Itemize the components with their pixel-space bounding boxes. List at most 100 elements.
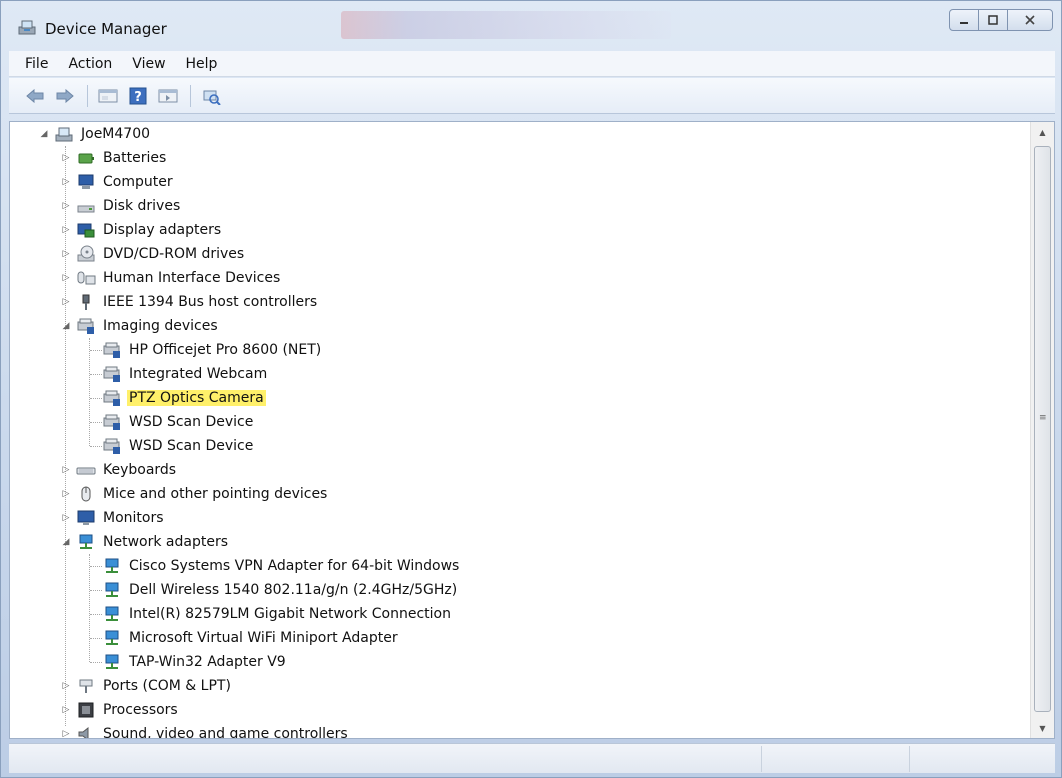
network-adapter-icon [105, 558, 119, 573]
tree-device-item[interactable]: WSD Scan Device [102, 434, 255, 458]
properties-button[interactable] [96, 85, 120, 107]
tree-device-item[interactable]: HP Officejet Pro 8600 (NET) [102, 338, 323, 362]
tree-category-network-adapters[interactable]: ◢ Network adapters [60, 530, 230, 554]
title-bar[interactable]: Device Manager [1, 1, 1062, 45]
tree-device-item[interactable]: Integrated Webcam [102, 362, 269, 386]
device-tree[interactable]: ◢ JoeM4700 ▷ Batteries ▷ Computer ▷ Disk… [10, 122, 1030, 738]
collapse-arrow-icon[interactable]: ◢ [60, 320, 72, 332]
scroll-down-button[interactable]: ▼ [1031, 718, 1054, 738]
scan-hardware-button[interactable] [199, 85, 223, 107]
expand-arrow-icon[interactable]: ▷ [60, 464, 72, 476]
minimize-icon [960, 22, 968, 24]
sound-icon [78, 726, 89, 738]
tree-guide [89, 338, 90, 446]
imaging-device-icon [103, 414, 120, 430]
forward-button[interactable] [53, 85, 77, 107]
category-label: Mice and other pointing devices [103, 486, 328, 502]
tree-device-item[interactable]: WSD Scan Device [102, 410, 255, 434]
tree-device-item[interactable]: Intel(R) 82579LM Gigabit Network Connect… [102, 602, 453, 626]
help-button[interactable]: ? [126, 85, 150, 107]
menu-view[interactable]: View [122, 56, 175, 72]
category-label: Sound, video and game controllers [103, 726, 348, 739]
tree-category-processors[interactable]: ▷ Processors [60, 698, 180, 722]
expand-arrow-icon[interactable]: ▷ [60, 512, 72, 524]
expand-arrow-icon[interactable]: ▷ [60, 272, 72, 284]
back-button[interactable] [23, 85, 47, 107]
collapse-arrow-icon[interactable]: ◢ [60, 536, 72, 548]
close-icon [1025, 15, 1035, 25]
tree-root[interactable]: ◢ JoeM4700 [38, 122, 152, 146]
expand-arrow-icon[interactable]: ▷ [60, 224, 72, 236]
menu-file[interactable]: File [9, 56, 58, 72]
expand-arrow-icon[interactable]: ▷ [60, 296, 72, 308]
tree-category-hid[interactable]: ▷ Human Interface Devices [60, 266, 282, 290]
computer-root-icon [55, 127, 73, 142]
network-adapter-icon [105, 582, 119, 597]
tree-device-item[interactable]: TAP-Win32 Adapter V9 [102, 650, 288, 674]
tree-device-item[interactable]: Dell Wireless 1540 802.11a/g/n (2.4GHz/5… [102, 578, 459, 602]
tree-guide [90, 662, 102, 663]
show-hidden-button[interactable] [156, 85, 180, 107]
menu-action[interactable]: Action [58, 56, 122, 72]
tree-category-ieee1394[interactable]: ▷ IEEE 1394 Bus host controllers [60, 290, 319, 314]
disk-drive-icon [77, 205, 95, 213]
window-title: Device Manager [45, 20, 167, 38]
dvd-drive-icon [77, 245, 95, 262]
tree-guide [90, 590, 102, 591]
tree-category-mice[interactable]: ▷ Mice and other pointing devices [60, 482, 329, 506]
help-icon: ? [129, 87, 147, 105]
expand-arrow-icon[interactable]: ▷ [60, 488, 72, 500]
tree-guide [89, 554, 90, 662]
tree-device-item-highlighted[interactable]: PTZ Optics Camera [102, 386, 266, 410]
tree-category-ports[interactable]: ▷ Ports (COM & LPT) [60, 674, 233, 698]
tree-device-item[interactable]: Microsoft Virtual WiFi Miniport Adapter [102, 626, 400, 650]
tree-category-disk-drives[interactable]: ▷ Disk drives [60, 194, 182, 218]
tree-guide [90, 614, 102, 615]
tree-category-monitors[interactable]: ▷ Monitors [60, 506, 166, 530]
collapse-arrow-icon[interactable]: ◢ [38, 128, 50, 140]
expand-arrow-icon[interactable]: ▷ [60, 728, 72, 738]
expand-arrow-icon[interactable]: ▷ [60, 680, 72, 692]
tree-category-dvd-drives[interactable]: ▷ DVD/CD-ROM drives [60, 242, 246, 266]
device-label: Dell Wireless 1540 802.11a/g/n (2.4GHz/5… [129, 582, 458, 598]
scroll-thumb[interactable]: ≡ [1034, 146, 1051, 712]
tree-guide [90, 422, 102, 423]
category-label: Display adapters [103, 222, 222, 238]
menu-help[interactable]: Help [176, 56, 228, 72]
hid-icon [77, 271, 96, 285]
scroll-up-button[interactable]: ▲ [1031, 122, 1054, 142]
imaging-device-icon [103, 342, 120, 358]
expand-arrow-icon[interactable]: ▷ [60, 248, 72, 260]
category-label: Processors [103, 702, 178, 718]
close-button[interactable] [1007, 9, 1053, 31]
maximize-button[interactable] [978, 9, 1008, 31]
expand-arrow-icon[interactable]: ▷ [60, 704, 72, 716]
minimize-button[interactable] [949, 9, 979, 31]
category-label: Disk drives [103, 198, 181, 214]
imaging-device-icon [77, 318, 94, 334]
category-label: Batteries [103, 150, 167, 166]
mouse-icon [81, 486, 91, 502]
imaging-device-icon [103, 390, 120, 406]
tree-category-batteries[interactable]: ▷ Batteries [60, 146, 168, 170]
network-adapter-icon [105, 606, 119, 621]
expand-arrow-icon[interactable]: ▷ [60, 152, 72, 164]
toolbar-separator [87, 84, 88, 107]
imaging-device-icon [103, 366, 120, 382]
vertical-scrollbar[interactable]: ▲ ≡ ▼ [1030, 122, 1054, 738]
device-label: Integrated Webcam [129, 366, 268, 382]
tree-category-keyboards[interactable]: ▷ Keyboards [60, 458, 178, 482]
tree-device-item[interactable]: Cisco Systems VPN Adapter for 64-bit Win… [102, 554, 461, 578]
expand-arrow-icon[interactable]: ▷ [60, 176, 72, 188]
tree-category-display-adapters[interactable]: ▷ Display adapters [60, 218, 223, 242]
device-label: TAP-Win32 Adapter V9 [129, 654, 286, 670]
show-hidden-icon [158, 89, 178, 102]
expand-arrow-icon[interactable]: ▷ [60, 200, 72, 212]
tree-category-computer[interactable]: ▷ Computer [60, 170, 175, 194]
tree-guide [90, 398, 102, 399]
category-label: Human Interface Devices [103, 270, 281, 286]
tree-guide [90, 350, 102, 351]
category-label: Network adapters [103, 534, 228, 550]
tree-category-sound[interactable]: ▷ Sound, video and game controllers [60, 722, 350, 739]
tree-category-imaging-devices[interactable]: ◢ Imaging devices [60, 314, 220, 338]
